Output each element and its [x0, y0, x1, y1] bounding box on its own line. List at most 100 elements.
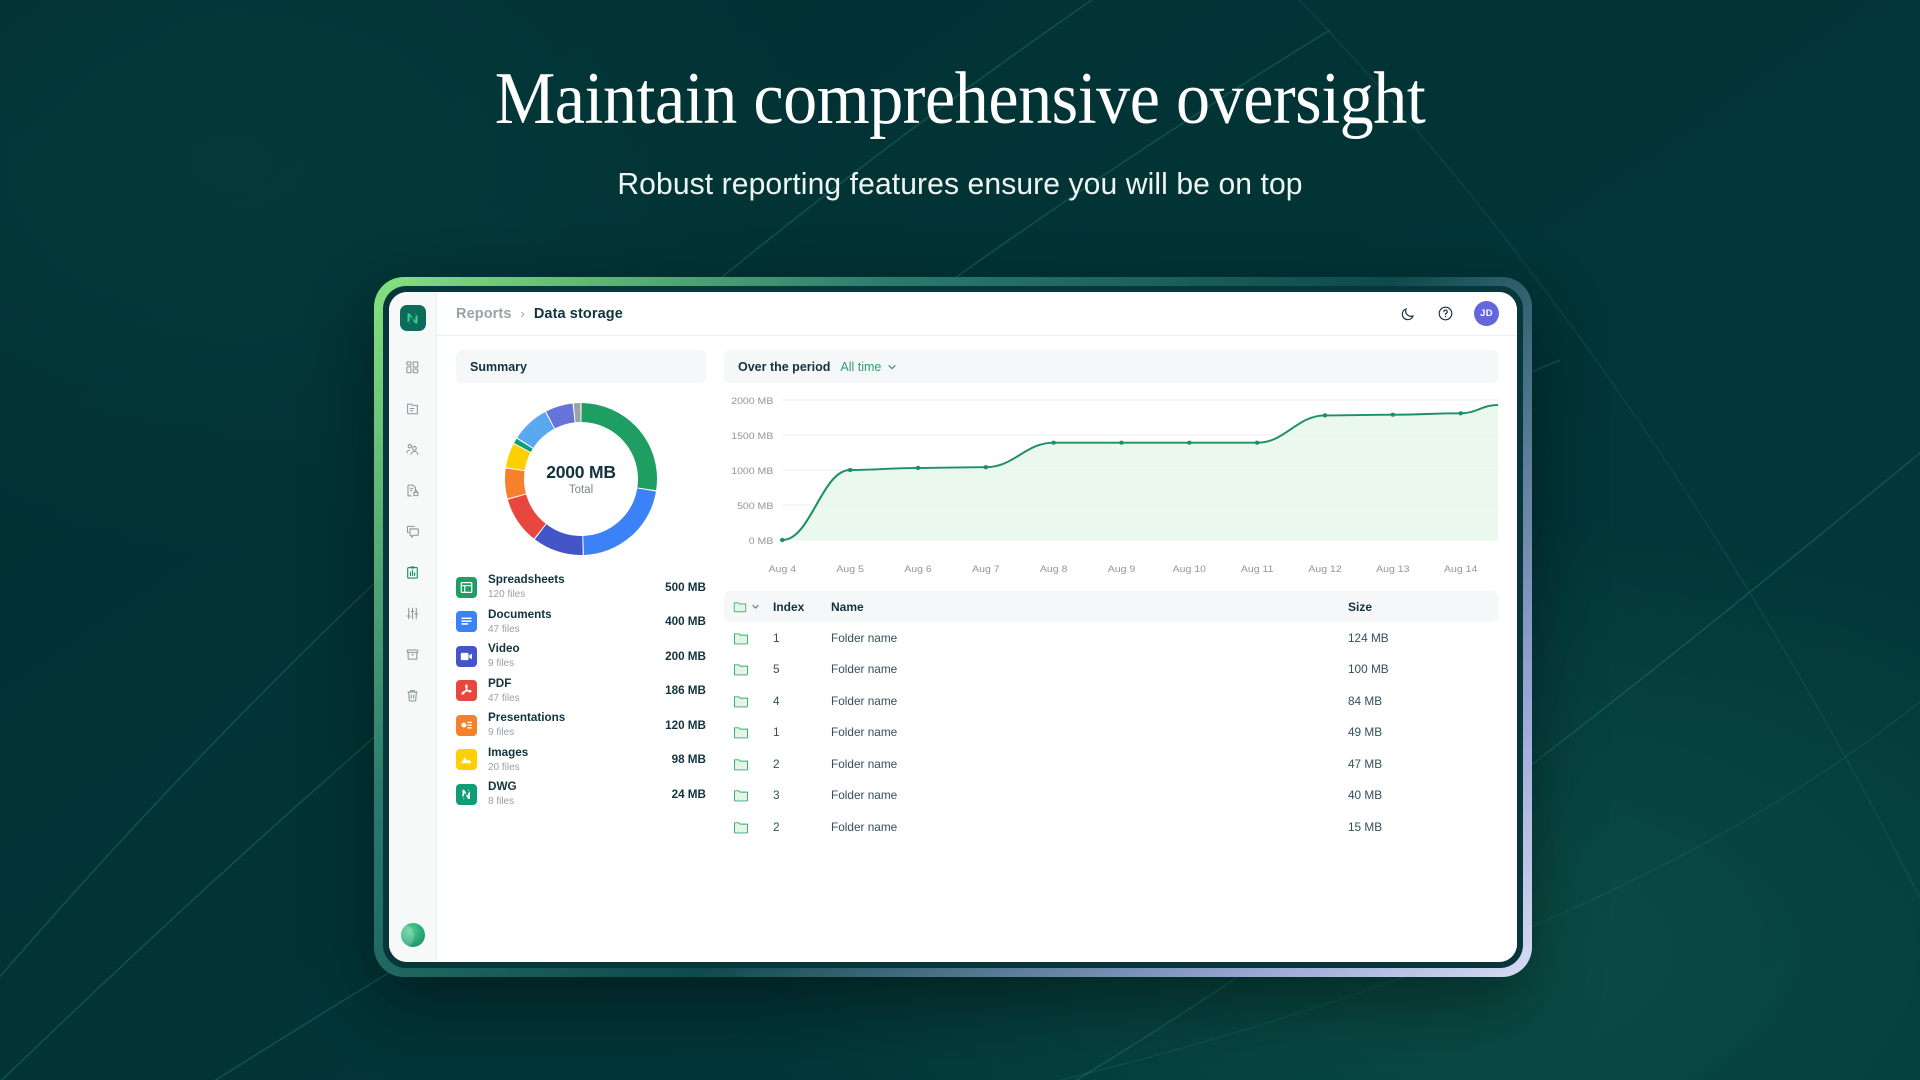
row-folder-icon-cell[interactable] [733, 788, 773, 802]
table-col-index[interactable]: Index [773, 600, 831, 614]
table-col-name[interactable]: Name [831, 600, 1348, 614]
row-folder-icon-cell[interactable] [733, 820, 773, 834]
x-axis-tick-label: Aug 6 [904, 564, 932, 574]
y-axis-tick-label: 1500 MB [731, 431, 773, 441]
table-header-row: Index Name Size [724, 591, 1498, 622]
breadcrumb: Reports › Data storage [456, 306, 623, 322]
app-logo[interactable] [399, 305, 426, 331]
file-type-row[interactable]: Documents 47 files 400 MB [456, 605, 706, 640]
sidebar-item-secure-documents[interactable] [400, 477, 426, 503]
row-folder-icon-cell[interactable] [733, 631, 773, 645]
file-type-row[interactable]: Presentations 9 files 120 MB [456, 708, 706, 743]
donut-total-value: 2000 MB [546, 462, 616, 482]
sidebar-item-trash[interactable] [400, 682, 426, 708]
row-size: 49 MB [1348, 725, 1383, 740]
row-folder-icon-cell[interactable] [733, 694, 773, 708]
document-lock-icon [407, 484, 419, 496]
file-type-count: 47 files [488, 692, 520, 704]
donut-chart-container: 2000 MB Total [456, 383, 706, 570]
y-axis-tick-label: 500 MB [737, 501, 774, 511]
x-axis-tick-label: Aug 9 [1108, 564, 1136, 574]
table-row[interactable]: 4 Folder name 84 MB [724, 685, 1498, 717]
file-type-name: Video [488, 642, 520, 656]
avatar[interactable]: JD [1474, 301, 1499, 326]
file-type-row[interactable]: Spreadsheets 120 files 500 MB [456, 570, 706, 605]
file-type-info: Presentations 9 files [488, 711, 654, 739]
donut-chart: 2000 MB Total [498, 396, 664, 562]
people-icon [406, 443, 419, 455]
area-chart-x-labels: Aug 4 Aug 5 Aug 6 Aug 7 Aug 8 Aug 9 Aug 10 Aug … [769, 564, 1478, 574]
hero-section: Maintain comprehensive oversight Robust … [0, 59, 1920, 202]
sidebar-item-settings[interactable] [400, 600, 426, 626]
file-type-count: 9 files [488, 727, 515, 739]
sidebar-item-reports[interactable] [400, 559, 426, 585]
summary-panel-header: Summary [456, 350, 706, 383]
topbar: Reports › Data storage JD [437, 292, 1517, 336]
folder-icon [734, 633, 748, 645]
user-status-avatar[interactable] [400, 923, 425, 947]
x-axis-tick-label: Aug 10 [1173, 564, 1207, 574]
row-folder-icon-cell[interactable] [733, 662, 773, 676]
table-row[interactable]: 2 Folder name 15 MB [724, 811, 1498, 843]
row-name: Folder name [831, 662, 898, 677]
row-folder-icon-cell[interactable] [733, 757, 773, 771]
row-index: 2 [773, 756, 780, 771]
row-index: 1 [773, 630, 780, 645]
spreadsheet-icon [456, 576, 477, 598]
table-col-size[interactable]: Size [1348, 600, 1498, 614]
sidebar-item-archive[interactable] [400, 641, 426, 667]
table-row[interactable]: 1 Folder name 124 MB [724, 622, 1498, 654]
file-type-info: Video 9 files [488, 642, 654, 670]
folder-icon [734, 759, 748, 771]
sidebar-item-dashboard[interactable] [400, 354, 426, 380]
file-type-info: PDF 47 files [488, 677, 654, 705]
dark-mode-toggle[interactable] [1398, 304, 1417, 323]
file-type-row[interactable]: DWG 8 files 24 MB [456, 777, 706, 812]
table-body: 1 Folder name 124 MB 5 Folder name 100 M… [724, 622, 1498, 843]
sidebar-item-contacts[interactable] [400, 436, 426, 462]
table-row[interactable]: 3 Folder name 40 MB [724, 780, 1498, 812]
period-header: Over the period All time [724, 350, 1498, 383]
file-type-name: Presentations [488, 711, 566, 725]
folder-icon [734, 790, 748, 802]
file-type-row[interactable]: Video 9 files 200 MB [456, 639, 706, 674]
file-type-name: PDF [488, 676, 512, 690]
table-row[interactable]: 2 Folder name 47 MB [724, 748, 1498, 780]
clipboard-chart-icon [407, 565, 418, 579]
breadcrumb-parent[interactable]: Reports [456, 306, 512, 322]
table-row[interactable]: 5 Folder name 100 MB [724, 654, 1498, 686]
row-size: 15 MB [1348, 819, 1383, 834]
y-axis-tick-label: 0 MB [749, 536, 774, 546]
file-type-name: Images [488, 745, 529, 759]
table-select-all[interactable] [733, 600, 773, 613]
table-row[interactable]: 1 Folder name 49 MB [724, 717, 1498, 749]
x-axis-tick-label: Aug 12 [1308, 564, 1342, 574]
sidebar [389, 292, 437, 962]
row-folder-icon-cell[interactable] [733, 725, 773, 739]
app-logo-icon [406, 311, 419, 325]
sidebar-item-messages[interactable] [400, 518, 426, 544]
document-icon [456, 611, 477, 633]
summary-title: Summary [470, 359, 527, 374]
file-type-count: 20 files [488, 761, 520, 773]
tablet-frame: Reports › Data storage JD Summary 2000 M… [374, 277, 1532, 977]
reports-panel: Over the period All time 0 MB 500 MB 1000 … [724, 350, 1498, 962]
file-type-size: 200 MB [665, 649, 706, 663]
row-index: 2 [773, 819, 780, 834]
area-chart-container: 0 MB 500 MB 1000 MB 1500 MB 2000 MB Aug 4 Aug… [724, 383, 1498, 580]
x-axis-tick-label: Aug 7 [972, 564, 1000, 574]
dwg-icon [456, 783, 477, 805]
topbar-actions: JD [1398, 301, 1499, 326]
file-type-row[interactable]: Images 20 files 98 MB [456, 743, 706, 778]
help-button[interactable] [1436, 304, 1455, 323]
x-axis-tick-label: Aug 5 [836, 564, 864, 574]
sidebar-item-documents[interactable] [400, 395, 426, 421]
document-icon [407, 403, 418, 414]
row-name: Folder name [831, 819, 898, 834]
tablet-bezel: Reports › Data storage JD Summary 2000 M… [383, 286, 1523, 968]
period-select[interactable]: All time [840, 360, 897, 374]
file-type-row[interactable]: PDF 47 files 186 MB [456, 674, 706, 709]
row-index: 1 [773, 725, 780, 740]
row-size: 84 MB [1348, 693, 1383, 708]
trash-icon [407, 689, 418, 701]
